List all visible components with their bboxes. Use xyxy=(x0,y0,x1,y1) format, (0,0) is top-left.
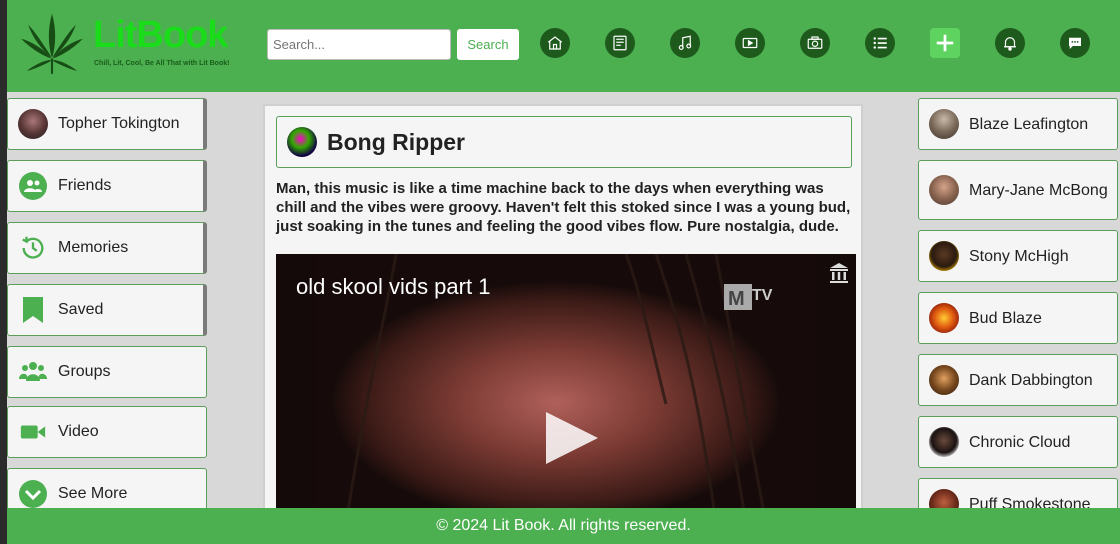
friend-item[interactable]: Bud Blaze xyxy=(918,292,1118,344)
sidebar-item-friends[interactable]: Friends xyxy=(7,160,207,212)
bookmark-icon xyxy=(18,295,48,325)
clock-icon xyxy=(18,233,48,263)
friend-name: Blaze Leafington xyxy=(969,115,1089,133)
friend-item[interactable]: Mary-Jane McBong xyxy=(918,160,1118,220)
friend-name: Bud Blaze xyxy=(969,309,1042,327)
sidebar-item-label: Groups xyxy=(58,363,111,380)
mtv-logo-icon: M TV xyxy=(724,284,773,310)
sidebar-item-profile[interactable]: Topher Tokington xyxy=(7,98,207,150)
avatar xyxy=(929,175,959,205)
avatar xyxy=(929,109,959,139)
friend-item[interactable]: Stony McHigh xyxy=(918,230,1118,282)
friend-name: Mary-Jane McBong xyxy=(969,181,1108,199)
friends-icon xyxy=(18,171,48,201)
sidebar-item-label: Topher Tokington xyxy=(58,115,180,132)
sidebar-item-label: Video xyxy=(58,423,99,440)
footer-text: © 2024 Lit Book. All rights reserved. xyxy=(436,517,691,534)
home-icon[interactable] xyxy=(540,28,570,58)
music-icon[interactable] xyxy=(670,28,700,58)
chat-icon[interactable] xyxy=(1060,28,1090,58)
brand-tagline: Chill, Lit, Cool, Be All That with Lit B… xyxy=(94,60,230,67)
sidebar-item-label: See More xyxy=(58,485,128,502)
search-button[interactable]: Search xyxy=(457,29,519,60)
groups-icon xyxy=(18,357,48,387)
chevron-down-icon xyxy=(18,479,48,509)
video-icon[interactable] xyxy=(735,28,765,58)
friend-name: Chronic Cloud xyxy=(969,433,1071,451)
post-author[interactable]: Bong Ripper xyxy=(327,129,465,156)
post-text: Man, this music is like a time machine b… xyxy=(276,180,851,235)
sidebar-item-groups[interactable]: Groups xyxy=(7,346,207,398)
cannabis-leaf-logo-icon[interactable] xyxy=(17,8,87,78)
sidebar-item-memories[interactable]: Memories xyxy=(7,222,207,274)
sidebar-item-label: Memories xyxy=(58,239,129,256)
sidebar-item-video[interactable]: Video xyxy=(7,406,207,458)
avatar xyxy=(929,427,959,457)
sidebar-item-label: Saved xyxy=(58,301,104,318)
add-icon[interactable] xyxy=(930,28,960,58)
search-input[interactable] xyxy=(267,29,451,60)
photo-icon[interactable] xyxy=(800,28,830,58)
friend-name: Dank Dabbington xyxy=(969,371,1093,389)
post-card: Bong Ripper Man, this music is like a ti… xyxy=(263,104,863,524)
top-navbar: LitBook Chill, Lit, Cool, Be All That wi… xyxy=(7,0,1120,92)
archive-icon[interactable] xyxy=(828,262,850,284)
avatar xyxy=(18,109,48,139)
avatar xyxy=(287,127,317,157)
bell-icon[interactable] xyxy=(995,28,1025,58)
sidebar-item-label: Friends xyxy=(58,177,112,194)
avatar xyxy=(929,365,959,395)
post-header[interactable]: Bong Ripper xyxy=(276,116,852,168)
window-edge xyxy=(0,0,7,544)
friend-item[interactable]: Blaze Leafington xyxy=(918,98,1118,150)
video-camera-icon xyxy=(18,417,48,447)
video-title: old skool vids part 1 xyxy=(296,274,491,299)
friend-item[interactable]: Dank Dabbington xyxy=(918,354,1118,406)
brand-title[interactable]: LitBook xyxy=(93,14,228,57)
svg-text:TV: TV xyxy=(752,287,773,304)
svg-text:M: M xyxy=(728,288,745,310)
friend-name: Stony McHigh xyxy=(969,247,1069,265)
avatar xyxy=(929,241,959,271)
video-player[interactable]: old skool vids part 1 M TV xyxy=(276,254,856,524)
play-icon[interactable] xyxy=(546,412,598,464)
sidebar-item-saved[interactable]: Saved xyxy=(7,284,207,336)
avatar xyxy=(929,303,959,333)
news-icon[interactable] xyxy=(605,28,635,58)
footer: © 2024 Lit Book. All rights reserved. xyxy=(7,508,1120,544)
list-icon[interactable] xyxy=(865,28,895,58)
friend-item[interactable]: Chronic Cloud xyxy=(918,416,1118,468)
